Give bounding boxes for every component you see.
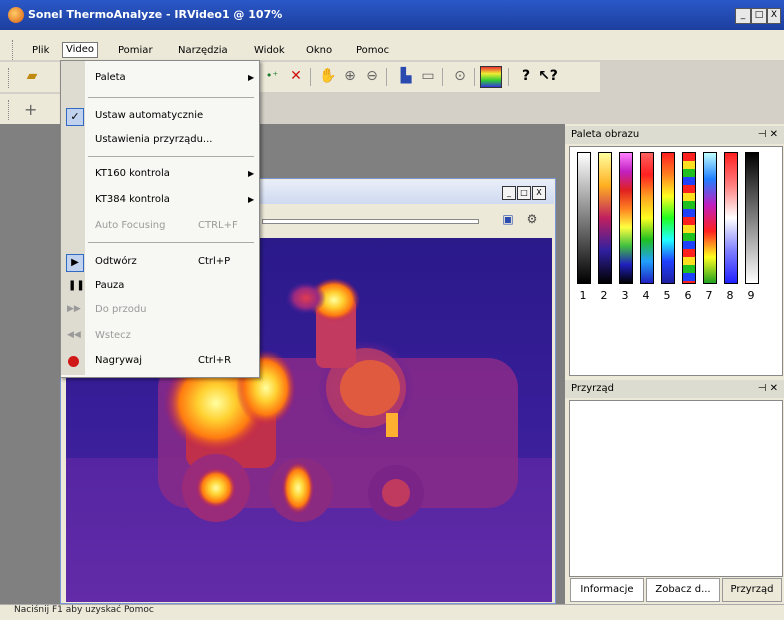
menu-item-odtworz[interactable]: Odtwórz	[95, 256, 137, 267]
delete-icon[interactable]: ✕	[286, 66, 306, 86]
pin-icon[interactable]: ⊣ ✕	[758, 126, 778, 144]
palette-panel-title: Paleta obrazu	[571, 129, 640, 140]
palette-swatch-6[interactable]	[682, 152, 696, 284]
palette-swatch-4[interactable]	[640, 152, 654, 284]
shortcut-odtworz: Ctrl+P	[198, 256, 231, 267]
play-circle-icon[interactable]: ⊙	[450, 66, 470, 86]
submenu-arrow-icon: ▶	[248, 73, 255, 82]
menu-separator	[88, 242, 254, 243]
palette-number: 5	[663, 289, 671, 302]
menu-pomiar[interactable]: Pomiar	[118, 44, 153, 58]
menu-item-kt160-kontrola[interactable]: KT160 kontrola	[95, 168, 170, 179]
menubar-grip[interactable]	[12, 40, 16, 60]
settings-icon[interactable]: ⚙	[524, 212, 540, 228]
tab-informacje[interactable]: Informacje	[570, 578, 644, 602]
menu-separator	[88, 97, 254, 98]
child-maximize-button[interactable]: □	[517, 186, 531, 200]
palette-swatch-2[interactable]	[598, 152, 612, 284]
zoom-in-icon[interactable]: ⊕	[340, 66, 360, 86]
menu-item-ustawienia-przyrzadu[interactable]: Ustawienia przyrządu...	[95, 134, 212, 145]
rewind-icon: ◀◀	[67, 330, 81, 340]
copy-frame-icon[interactable]: ▣	[500, 212, 516, 228]
zoom-out-icon[interactable]: ⊖	[362, 66, 382, 86]
palette-swatch-7[interactable]	[703, 152, 717, 284]
help-icon[interactable]: ?	[516, 66, 536, 86]
toolbar-grip[interactable]	[8, 100, 12, 120]
menu-video[interactable]: Video	[62, 42, 99, 58]
hand-pan-icon[interactable]: ✋	[318, 66, 338, 86]
instrument-panel-header[interactable]: Przyrząd ⊣ ✕	[565, 380, 784, 398]
toolbar-separator	[386, 68, 387, 86]
open-folder-icon[interactable]: ▰	[22, 66, 42, 86]
pause-icon: ❚❚	[68, 280, 85, 291]
menu-plik[interactable]: Plik	[32, 44, 49, 58]
submenu-arrow-icon: ▶	[248, 169, 255, 178]
checkmark-icon: ✓	[66, 108, 84, 126]
maximize-button[interactable]: □	[751, 8, 767, 24]
menu-item-auto-focusing[interactable]: Auto Focusing	[95, 220, 165, 231]
palette-number: 8	[726, 289, 734, 302]
toolbar-separator	[442, 68, 443, 86]
menu-item-paleta[interactable]: Paleta	[95, 72, 126, 83]
menu-separator	[88, 156, 254, 157]
toolbar-separator	[474, 68, 475, 86]
menu-narzedzia[interactable]: Narzędzia	[178, 44, 228, 58]
menu-item-ustaw-automatycznie[interactable]: Ustaw automatycznie	[95, 110, 203, 121]
forward-icon: ▶▶	[67, 304, 81, 314]
palette-number: 4	[642, 289, 650, 302]
app-logo-icon	[8, 7, 24, 23]
palette-swatch-9[interactable]	[745, 152, 759, 284]
window-title: Sonel ThermoAnalyze - IRVideo1 @ 107%	[28, 8, 283, 21]
close-button[interactable]: X	[767, 8, 781, 24]
minimize-button[interactable]: _	[735, 8, 751, 24]
shortcut-auto-focusing: CTRL+F	[198, 220, 238, 231]
palette-number: 1	[579, 289, 587, 302]
palette-number: 7	[705, 289, 713, 302]
record-icon	[68, 356, 79, 367]
status-text: Naciśnij F1 aby uzyskać Pomoc	[14, 605, 154, 615]
crosshair-icon[interactable]: +	[24, 100, 37, 119]
instrument-panel-body	[569, 400, 783, 577]
toolbar-grip[interactable]	[8, 68, 12, 88]
menu-widok[interactable]: Widok	[254, 44, 285, 58]
palette-swatch-3[interactable]	[619, 152, 633, 284]
menu-item-kt384-kontrola[interactable]: KT384 kontrola	[95, 194, 170, 205]
video-seek-slider[interactable]	[262, 219, 479, 224]
menu-pomoc[interactable]: Pomoc	[356, 44, 389, 58]
shortcut-nagrywaj: Ctrl+R	[198, 355, 232, 366]
menu-okno[interactable]: Okno	[306, 44, 332, 58]
palette-number: 2	[600, 289, 608, 302]
play-icon: ▶	[66, 254, 84, 272]
video-menu-dropdown	[60, 60, 260, 378]
add-point-icon[interactable]: •⁺	[262, 66, 282, 86]
tab-przyrzad[interactable]: Przyrząd	[722, 578, 782, 602]
menu-item-do-przodu[interactable]: Do przodu	[95, 304, 147, 315]
palette-swatch-5[interactable]	[661, 152, 675, 284]
palette-number: 3	[621, 289, 629, 302]
child-minimize-button[interactable]: _	[502, 186, 516, 200]
context-help-icon[interactable]: ↖?	[538, 66, 558, 86]
palette-number: 6	[684, 289, 692, 302]
menu-item-nagrywaj[interactable]: Nagrywaj	[95, 355, 142, 366]
toolbar-separator	[508, 68, 509, 86]
submenu-arrow-icon: ▶	[248, 195, 255, 204]
tab-zobacz[interactable]: Zobacz d...	[646, 578, 720, 602]
menu-item-pauza[interactable]: Pauza	[95, 280, 124, 291]
child-close-button[interactable]: X	[532, 186, 546, 200]
toolbar-separator	[310, 68, 311, 86]
menu-item-wstecz[interactable]: Wstecz	[95, 330, 131, 341]
palette-panel-header[interactable]: Paleta obrazu ⊣ ✕	[565, 126, 784, 144]
palette-swatch-8[interactable]	[724, 152, 738, 284]
instrument-panel-title: Przyrząd	[571, 383, 614, 394]
image-icon[interactable]: ▭	[418, 66, 438, 86]
chart-icon[interactable]: ▙	[396, 66, 416, 86]
palette-icon[interactable]	[480, 66, 502, 88]
palette-number: 9	[747, 289, 755, 302]
pin-icon[interactable]: ⊣ ✕	[758, 380, 778, 398]
palette-swatch-1[interactable]	[577, 152, 591, 284]
